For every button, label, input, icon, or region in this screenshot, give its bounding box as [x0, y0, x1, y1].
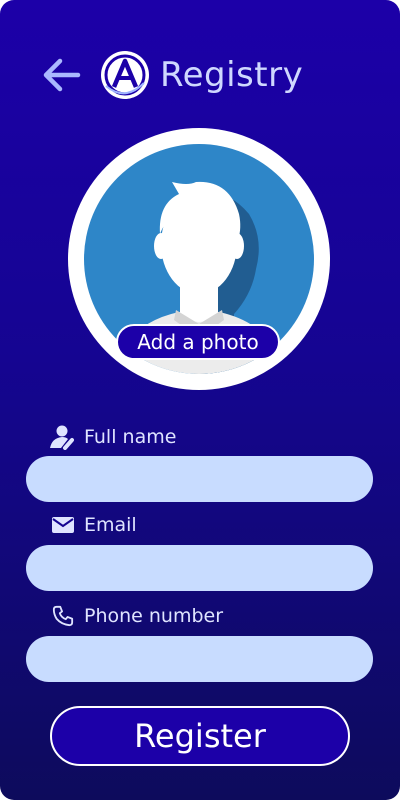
email-label: Email — [84, 514, 137, 536]
add-photo-button[interactable]: Add a photo — [116, 324, 280, 360]
registry-screen: Registry Add a photo Full name Email Pho… — [0, 0, 400, 800]
header: Registry — [40, 45, 303, 105]
avatar: Add a photo — [68, 128, 330, 390]
phone-label-row: Phone number — [52, 605, 223, 627]
full-name-label: Full name — [84, 426, 177, 448]
email-input[interactable] — [26, 545, 373, 591]
user-icon — [50, 425, 74, 450]
phone-label: Phone number — [84, 605, 224, 627]
phone-icon — [52, 605, 74, 627]
page-title: Registry — [160, 55, 304, 95]
back-button[interactable] — [40, 54, 82, 96]
register-button[interactable]: Register — [50, 706, 350, 766]
envelope-icon — [52, 517, 74, 533]
phone-input[interactable] — [26, 636, 373, 682]
full-name-label-row: Full name — [48, 424, 176, 450]
email-label-row: Email — [52, 514, 137, 536]
arrow-left-icon — [43, 58, 81, 92]
registry-logo-icon — [101, 51, 149, 99]
full-name-input[interactable] — [26, 456, 373, 502]
